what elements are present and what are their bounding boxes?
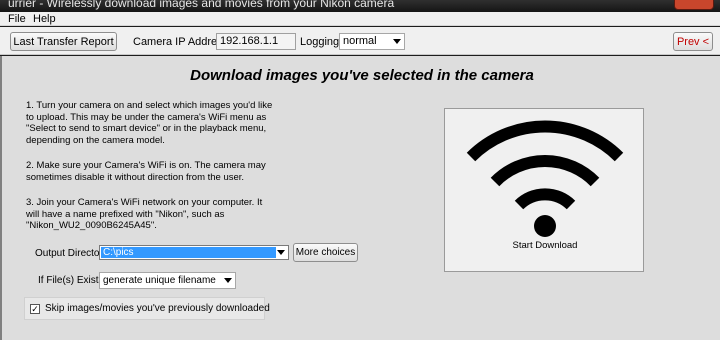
file-exists-label: If File(s) Exists: [38, 275, 107, 286]
prev-button[interactable]: Prev < [673, 32, 713, 51]
skip-downloaded-option[interactable]: ✓ Skip images/movies you've previously d… [24, 297, 270, 320]
menu-file[interactable]: File [8, 13, 26, 25]
output-directory-value: C:\pics [101, 247, 276, 258]
last-transfer-report-button[interactable]: Last Transfer Report [10, 32, 117, 51]
file-exists-value: generate unique filename [103, 275, 216, 286]
menu-bar: File Help [0, 12, 720, 26]
page-heading: Download images you've selected in the c… [190, 67, 534, 84]
camera-ip-input[interactable]: 192.168.1.1 [216, 33, 296, 50]
logging-label: Logging: [300, 36, 343, 48]
more-choices-button[interactable]: More choices [293, 243, 358, 262]
skip-downloaded-label: Skip images/movies you've previously dow… [45, 303, 270, 314]
start-download-button[interactable]: Start Download [444, 108, 644, 272]
output-directory-select[interactable]: C:\pics [99, 245, 289, 260]
chevron-down-icon [224, 278, 232, 283]
menu-help[interactable]: Help [33, 13, 56, 25]
window-close-button[interactable] [674, 0, 714, 10]
toolbar: Last Transfer Report Camera IP Address: … [0, 27, 720, 55]
instruction-step-1: 1. Turn your camera on and select which … [26, 100, 273, 146]
file-exists-select[interactable]: generate unique filename [99, 272, 236, 289]
instruction-step-2: 2. Make sure your Camera's WiFi is on. T… [26, 160, 266, 183]
chevron-down-icon [393, 39, 401, 44]
window-title: urrier - Wirelessly download images and … [8, 0, 395, 10]
window-titlebar: urrier - Wirelessly download images and … [0, 0, 720, 12]
logging-select-value: normal [343, 35, 377, 47]
start-download-label: Start Download [512, 240, 578, 251]
main-panel: Download images you've selected in the c… [0, 56, 720, 340]
skip-downloaded-checkbox[interactable]: ✓ [30, 304, 40, 314]
instruction-step-3: 3. Join your Camera's WiFi network on yo… [26, 197, 263, 231]
logging-select[interactable]: normal [339, 33, 405, 50]
chevron-down-icon [277, 250, 285, 255]
